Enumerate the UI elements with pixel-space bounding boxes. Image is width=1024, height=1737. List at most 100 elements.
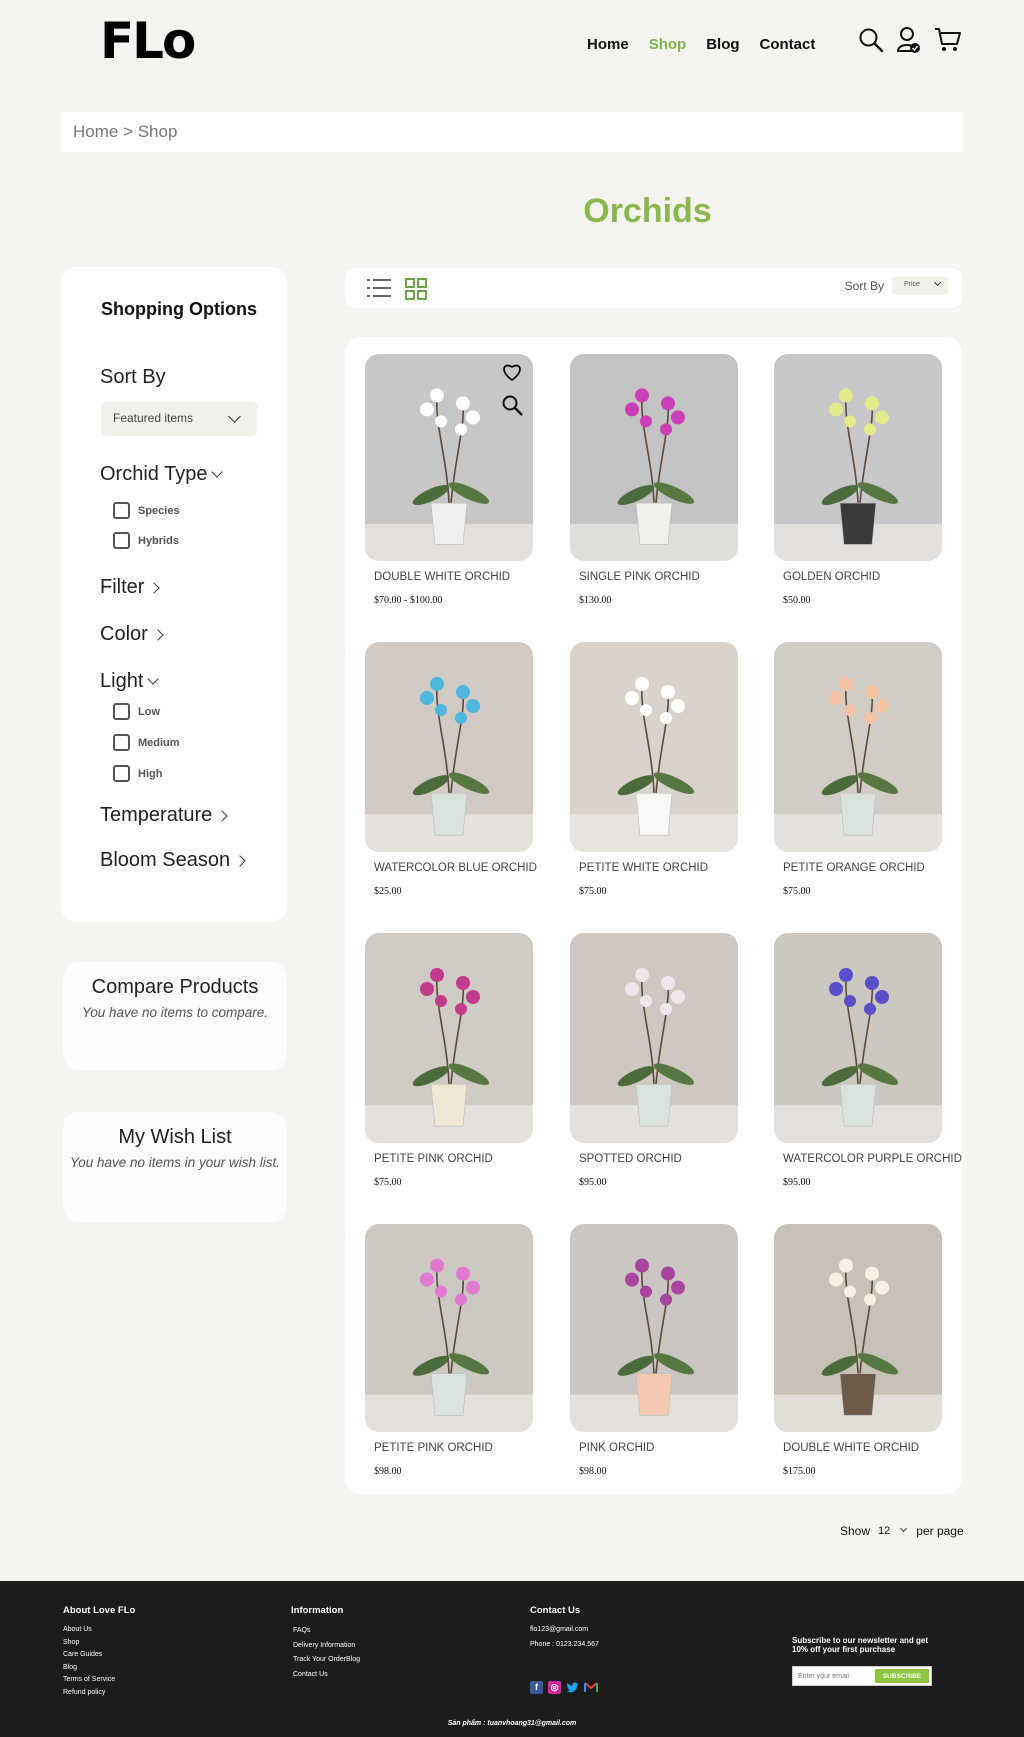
temperature-toggle[interactable]: Temperature [100,804,228,827]
toolbar-sort-value: Price [904,281,920,288]
grid-view-icon[interactable] [405,278,427,300]
footer-link[interactable]: FAQs [293,1624,360,1639]
main-nav: Home Shop Blog Contact [587,36,815,53]
product-card[interactable]: WATERCOLOR BLUE ORCHID $25.00 [365,642,537,897]
product-toolbar: Sort By Price [345,268,962,308]
logo[interactable]: FLo [100,12,196,70]
product-card[interactable]: WATERCOLOR PURPLE ORCHID $95.00 [774,933,962,1188]
checkbox-hybrids[interactable]: Hybrids [113,532,179,549]
checkbox-box[interactable] [113,502,130,519]
nav-home[interactable]: Home [587,36,629,53]
product-image[interactable] [570,642,738,852]
footer-link[interactable]: Refund policy [63,1687,135,1700]
checkbox-label: Low [138,705,160,718]
product-name[interactable]: SINGLE PINK ORCHID [579,571,738,583]
gmail-icon[interactable] [584,1681,598,1694]
checkbox-label: Medium [138,736,180,749]
product-name[interactable]: SPOTTED ORCHID [579,1153,738,1165]
product-name[interactable]: PINK ORCHID [579,1442,738,1454]
filter-toggle[interactable]: Filter [100,576,161,599]
product-card[interactable]: PETITE PINK ORCHID $98.00 [365,1224,533,1477]
checkbox-low[interactable]: Low [113,703,160,720]
product-image[interactable] [365,933,533,1143]
product-image[interactable] [570,933,738,1143]
product-image[interactable] [774,642,942,852]
instagram-icon[interactable]: ◎ [548,1681,561,1694]
checkbox-box[interactable] [113,734,130,751]
product-name[interactable]: PETITE ORANGE ORCHID [783,862,942,874]
product-price: $98.00 [374,1466,402,1477]
footer-link[interactable]: Contact Us [293,1668,360,1683]
product-image[interactable] [774,1224,942,1432]
per-page-select[interactable]: 12 [878,1524,908,1537]
product-card[interactable]: DOUBLE WHITE ORCHID $175.00 [774,1224,942,1477]
footer-link[interactable]: Care Guides [63,1649,135,1662]
bloom-season-label: Bloom Season [100,849,231,871]
product-name[interactable]: WATERCOLOR PURPLE ORCHID [783,1153,962,1165]
newsletter-form: SUBSCRIBE [792,1666,932,1686]
newsletter-email-input[interactable] [793,1667,873,1685]
product-image[interactable] [570,1224,738,1432]
product-name[interactable]: DOUBLE WHITE ORCHID [783,1442,942,1454]
product-image[interactable] [365,642,533,852]
account-icon[interactable] [896,26,922,54]
product-card[interactable]: SPOTTED ORCHID $95.00 [570,933,738,1188]
product-image[interactable] [774,354,942,561]
light-toggle[interactable]: Light [100,670,160,693]
checkbox-high[interactable]: High [113,765,162,782]
product-name[interactable]: DOUBLE WHITE ORCHID [374,571,533,583]
subscribe-button[interactable]: SUBSCRIBE [875,1669,929,1683]
footer-link[interactable]: Blog [63,1662,135,1675]
product-name[interactable]: GOLDEN ORCHID [783,571,942,583]
nav-shop[interactable]: Shop [649,36,687,53]
product-image[interactable] [774,933,942,1143]
product-name[interactable]: PETITE PINK ORCHID [374,1442,533,1454]
sort-by-value: Featured items [113,411,194,425]
product-card[interactable]: DOUBLE WHITE ORCHID $70.00 - $100.00 [365,354,533,606]
footer-link[interactable]: Shop [63,1637,135,1650]
checkbox-species[interactable]: Species [113,502,180,519]
filter-label: Filter [100,576,145,598]
product-image[interactable] [365,354,533,561]
page-title: Orchids [583,192,712,230]
checkbox-box[interactable] [113,765,130,782]
cart-icon[interactable] [934,27,962,53]
social-links: f ◎ [530,1681,599,1694]
heart-icon[interactable] [501,362,523,382]
footer-email[interactable]: flo123@gmail.com [530,1624,599,1637]
product-name[interactable]: PETITE PINK ORCHID [374,1153,533,1165]
product-card[interactable]: PETITE PINK ORCHID $75.00 [365,933,533,1188]
nav-blog[interactable]: Blog [706,36,739,53]
footer-link[interactable]: About Us [63,1624,135,1637]
footer-link[interactable]: Track Your OrderBlog [293,1653,360,1668]
product-card[interactable]: GOLDEN ORCHID $50.00 [774,354,942,606]
checkbox-medium[interactable]: Medium [113,734,180,751]
sort-by-select[interactable]: Featured items [101,402,257,436]
nav-contact[interactable]: Contact [760,36,816,53]
footer-information-title: Information [291,1605,344,1616]
sort-by-text: Sort By [100,366,166,388]
list-view-icon[interactable] [367,278,391,298]
product-card[interactable]: PETITE ORANGE ORCHID $75.00 [774,642,942,897]
product-image[interactable] [365,1224,533,1432]
orchid-type-toggle[interactable]: Orchid Type [100,463,224,486]
product-card[interactable]: PINK ORCHID $98.00 [570,1224,738,1477]
breadcrumb[interactable]: Home > Shop [61,112,963,152]
product-card[interactable]: PETITE WHITE ORCHID $75.00 [570,642,738,897]
zoom-icon[interactable] [501,394,523,416]
twitter-icon[interactable] [566,1681,579,1694]
footer-link[interactable]: Delivery Information [293,1639,360,1654]
newsletter: Subscribe to our newsletter and get 10% … [792,1636,932,1686]
product-name[interactable]: PETITE WHITE ORCHID [579,862,738,874]
bloom-season-toggle[interactable]: Bloom Season [100,849,246,872]
product-image[interactable] [570,354,738,561]
product-name[interactable]: WATERCOLOR BLUE ORCHID [374,862,537,874]
facebook-icon[interactable]: f [530,1681,543,1694]
color-toggle[interactable]: Color [100,623,164,646]
checkbox-box[interactable] [113,703,130,720]
checkbox-box[interactable] [113,532,130,549]
product-card[interactable]: SINGLE PINK ORCHID $130.00 [570,354,738,606]
toolbar-sort-select[interactable]: Price [892,277,948,295]
search-icon[interactable] [858,27,884,53]
footer-link[interactable]: Terms of Service [63,1674,135,1687]
